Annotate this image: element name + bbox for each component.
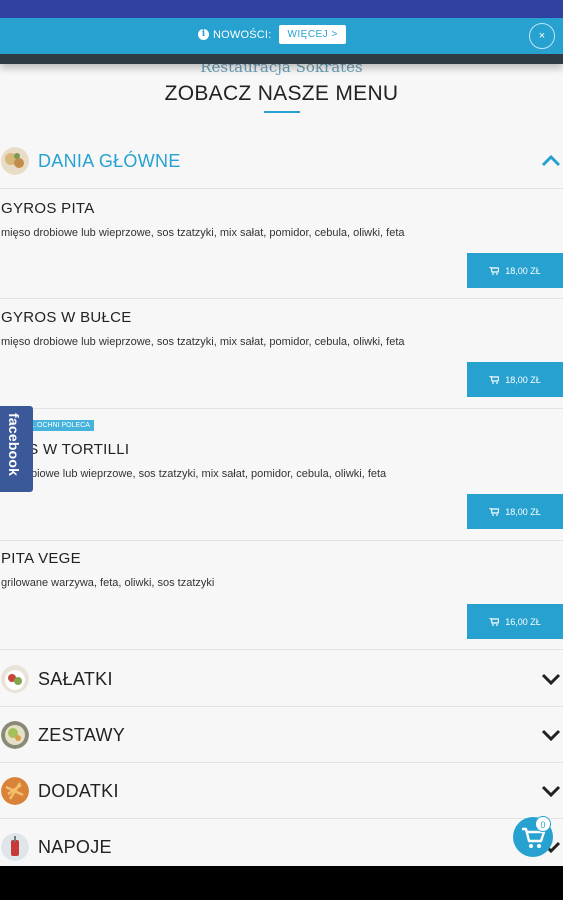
item-name: GYROS PITA (1, 200, 95, 217)
item-name: GYROS W BUŁCE (1, 309, 132, 326)
chevron-down-icon[interactable] (541, 669, 561, 689)
category-header-zestawy[interactable]: ZESTAWY (0, 707, 563, 763)
add-to-cart-button[interactable]: 18,00 ZŁ (467, 362, 563, 397)
info-icon: i (198, 29, 209, 40)
news-colon: : (268, 28, 272, 41)
more-button[interactable]: WIĘCEJ > (279, 25, 346, 44)
close-banner-button[interactable]: × (529, 23, 555, 49)
add-to-cart-button[interactable]: 16,00 ZŁ (467, 604, 563, 639)
category-label: DANIA GŁÓWNE (38, 151, 181, 171)
category-label: ZESTAWY (38, 725, 126, 745)
facebook-side-tab[interactable]: facebook (0, 406, 33, 492)
item-description: mięso drobiowe lub wieprzowe, sos tzatzy… (1, 336, 405, 348)
category-label: NAPOJE (38, 837, 112, 857)
news-label: NOWOŚCI (213, 28, 269, 41)
price-label: 16,00 ZŁ (505, 616, 541, 627)
cart-icon (489, 266, 500, 275)
add-to-cart-button[interactable]: 18,00 ZŁ (467, 253, 563, 288)
set-thumbnail-icon (1, 721, 29, 749)
price-label: 18,00 ZŁ (505, 374, 541, 385)
category-header-napoje[interactable]: NAPOJE (0, 819, 563, 866)
system-navigation-bar (0, 866, 563, 900)
price-label: 18,00 ZŁ (505, 265, 541, 276)
category-label: DODATKI (38, 781, 119, 801)
salad-thumbnail-icon (1, 665, 29, 693)
menu-item: …OCHNI POLECA …OS W TORTILLI … drobiowe … (0, 409, 563, 541)
category-label: SAŁATKI (38, 669, 113, 689)
item-name: PITA VEGE (1, 550, 81, 567)
menu-item: GYROS PITA mięso drobiowe lub wieprzowe,… (0, 190, 563, 299)
banner-shadow (0, 54, 563, 64)
add-to-cart-button[interactable]: 18,00 ZŁ (467, 494, 563, 529)
chevron-down-icon[interactable] (541, 725, 561, 745)
title-underline (264, 111, 300, 113)
item-description: grilowane warzywa, feta, oliwki, sos tza… (1, 577, 215, 589)
chevron-down-icon[interactable] (541, 781, 561, 801)
gyros-thumbnail-icon (1, 147, 29, 175)
news-banner: i NOWOŚCI : WIĘCEJ > × (0, 18, 563, 54)
category-header-dodatki[interactable]: DODATKI (0, 763, 563, 819)
menu-item: PITA VEGE grilowane warzywa, feta, oliwk… (0, 541, 563, 650)
item-description: mięso drobiowe lub wieprzowe, sos tzatzy… (1, 227, 405, 239)
chevron-up-icon[interactable] (541, 151, 561, 171)
category-header-salatki[interactable]: SAŁATKI (0, 651, 563, 707)
price-label: 18,00 ZŁ (505, 506, 541, 517)
category-header-dania-glowne[interactable]: DANIA GŁÓWNE (0, 133, 563, 189)
page-title: ZOBACZ NASZE MENU (164, 82, 399, 105)
cart-icon (489, 375, 500, 384)
facebook-label: facebook (6, 413, 22, 477)
menu-item: GYROS W BUŁCE mięso drobiowe lub wieprzo… (0, 299, 563, 409)
status-strip (0, 0, 563, 18)
cart-icon (489, 507, 500, 516)
cart-icon (489, 617, 500, 626)
item-description: … drobiowe lub wieprzowe, sos tzatzyki, … (1, 468, 387, 480)
sides-thumbnail-icon (1, 777, 29, 805)
cart-count-badge: 0 (535, 816, 551, 832)
drinks-thumbnail-icon (1, 833, 29, 861)
app-screen: i NOWOŚCI : WIĘCEJ > × Restauracja Sokra… (0, 0, 563, 866)
